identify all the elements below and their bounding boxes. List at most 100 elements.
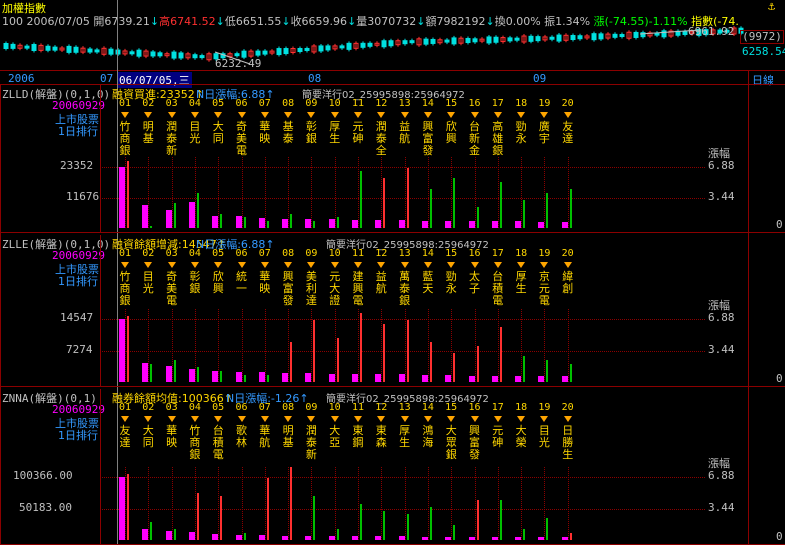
stock-name[interactable]: 目光: [189, 121, 201, 145]
stock-name[interactable]: 日勝生: [562, 425, 574, 461]
rank-arrow-icon: [517, 112, 526, 118]
panel-subtitle-2: 1日排行: [58, 429, 98, 442]
stock-name[interactable]: 潤泰全: [375, 121, 387, 157]
stock-name[interactable]: 大眾銀: [445, 425, 457, 461]
ranking-panel-znna[interactable]: ZNNA(解盤)(0,1) 融券餘額均值:100366↑ N日漲幅:-1.26↑ 簡要…: [0, 389, 785, 545]
rank-number: 20: [561, 98, 574, 109]
stock-name[interactable]: 彰銀: [189, 271, 201, 295]
stock-name[interactable]: 京元電: [538, 271, 550, 307]
volume-bar: [375, 220, 382, 228]
rank-arrow-icon: [307, 112, 316, 118]
rank-arrow-icon: [423, 112, 432, 118]
stock-name[interactable]: 潤泰新: [305, 425, 317, 461]
stock-name[interactable]: 彰銀: [305, 121, 317, 145]
candle: [577, 35, 583, 40]
stock-name[interactable]: 益航: [399, 121, 411, 145]
stock-name[interactable]: 藍天: [422, 271, 434, 295]
stock-name[interactable]: 厚生: [329, 121, 341, 145]
stock-name[interactable]: 竹商銀: [189, 425, 201, 461]
stock-name[interactable]: 美利達: [305, 271, 317, 307]
stock-name[interactable]: 勁永: [515, 121, 527, 145]
stock-name[interactable]: 奇美電: [166, 271, 178, 307]
change-bar: [220, 496, 223, 540]
stock-name[interactable]: 興富發: [422, 121, 434, 157]
stock-name[interactable]: 元大證: [329, 271, 341, 307]
rank-number: 05: [212, 402, 225, 413]
rank-number: 20: [561, 248, 574, 259]
volume-bar: [468, 220, 475, 228]
stock-name[interactable]: 厚生: [515, 271, 527, 295]
stock-name[interactable]: 明基: [142, 121, 154, 145]
stock-name[interactable]: 華映: [259, 271, 271, 295]
stock-name[interactable]: 元砷: [492, 425, 504, 449]
volume-bar: [445, 375, 452, 382]
right-axis-mid: 3.44: [708, 342, 735, 356]
stock-name[interactable]: 竹商銀: [119, 271, 131, 307]
rank-number: 07: [258, 248, 271, 259]
stock-name[interactable]: 友達: [119, 425, 131, 449]
stock-name[interactable]: 東森: [375, 425, 387, 449]
ranking-panel-zlle[interactable]: ZLLE(解盤)(0,1,0) 融資餘額增減:14547↑ N日漲幅:6.88↑ 簡要…: [0, 235, 785, 387]
stock-name[interactable]: 建興電: [352, 271, 364, 307]
stock-name[interactable]: 大同: [212, 121, 224, 145]
stock-name[interactable]: 台積電: [212, 425, 224, 461]
column-guide: [567, 309, 569, 382]
candle: [381, 40, 387, 48]
column-guide: [264, 157, 266, 228]
stock-name[interactable]: 歌林: [236, 425, 248, 449]
rank-arrow-icon: [330, 416, 339, 422]
stock-name[interactable]: 勁永: [445, 271, 457, 295]
stock-name[interactable]: 緯創: [562, 271, 574, 295]
stock-name[interactable]: 友達: [562, 121, 574, 145]
rank-number: 06: [235, 248, 248, 259]
stock-name[interactable]: 華映: [259, 121, 271, 145]
stock-name[interactable]: 基泰: [282, 121, 294, 145]
ranking-panel-zlld[interactable]: ZLLD(解盤)(0,1,0) 融資買進:23352↑ N日漲幅:6.88↑ 簡要洋行…: [0, 85, 785, 233]
candle: [52, 46, 58, 51]
stock-name[interactable]: 廣宇: [538, 121, 550, 145]
candle: [360, 42, 366, 48]
rank-number: 13: [398, 98, 411, 109]
column-guide: [521, 157, 523, 228]
stock-name[interactable]: 華映: [166, 425, 178, 449]
stock-name[interactable]: 大榮: [515, 425, 527, 449]
column-guide: [171, 467, 173, 540]
right-axis-zero: 0: [776, 218, 783, 231]
volume-bar: [421, 220, 428, 228]
stock-name[interactable]: 興富發: [469, 425, 481, 461]
stock-name[interactable]: 元砷: [352, 121, 364, 145]
column-guide: [404, 467, 406, 540]
change-bar: [173, 203, 176, 228]
stock-name[interactable]: 明基: [282, 425, 294, 449]
stock-name[interactable]: 太子: [469, 271, 481, 295]
stock-name[interactable]: 台新金: [469, 121, 481, 157]
column-guide: [427, 467, 429, 540]
stock-name[interactable]: 潤泰新: [166, 121, 178, 157]
y-axis-mid: 7274: [66, 342, 93, 356]
change-bar: [499, 499, 502, 540]
stock-name[interactable]: 目光: [538, 425, 550, 449]
change-bar: [266, 477, 269, 540]
column-guide: [497, 157, 499, 228]
stock-name[interactable]: 台積電: [492, 271, 504, 307]
stock-name[interactable]: 大同: [142, 425, 154, 449]
stock-name[interactable]: 厚生: [399, 425, 411, 449]
stock-name[interactable]: 萬泰銀: [399, 271, 411, 307]
rank-number: 17: [491, 248, 504, 259]
stock-name[interactable]: 統一: [236, 271, 248, 295]
stock-name[interactable]: 大亞: [329, 425, 341, 449]
stock-name[interactable]: 興富發: [282, 271, 294, 307]
stock-name[interactable]: 欣興: [445, 121, 457, 145]
stock-name[interactable]: 奇美電: [236, 121, 248, 157]
stock-name[interactable]: 東鋼: [352, 425, 364, 449]
stock-name[interactable]: 目光: [142, 271, 154, 295]
stock-name[interactable]: 華航: [259, 425, 271, 449]
stock-name[interactable]: 欣興: [212, 271, 224, 295]
change-bar: [127, 316, 129, 382]
stock-name[interactable]: 高雄銀: [492, 121, 504, 157]
stock-name[interactable]: 益航: [375, 271, 387, 295]
stock-name[interactable]: 竹商銀: [119, 121, 131, 157]
gridline: [100, 319, 705, 320]
column-guide: [241, 467, 243, 540]
stock-name[interactable]: 鴻海: [422, 425, 434, 449]
